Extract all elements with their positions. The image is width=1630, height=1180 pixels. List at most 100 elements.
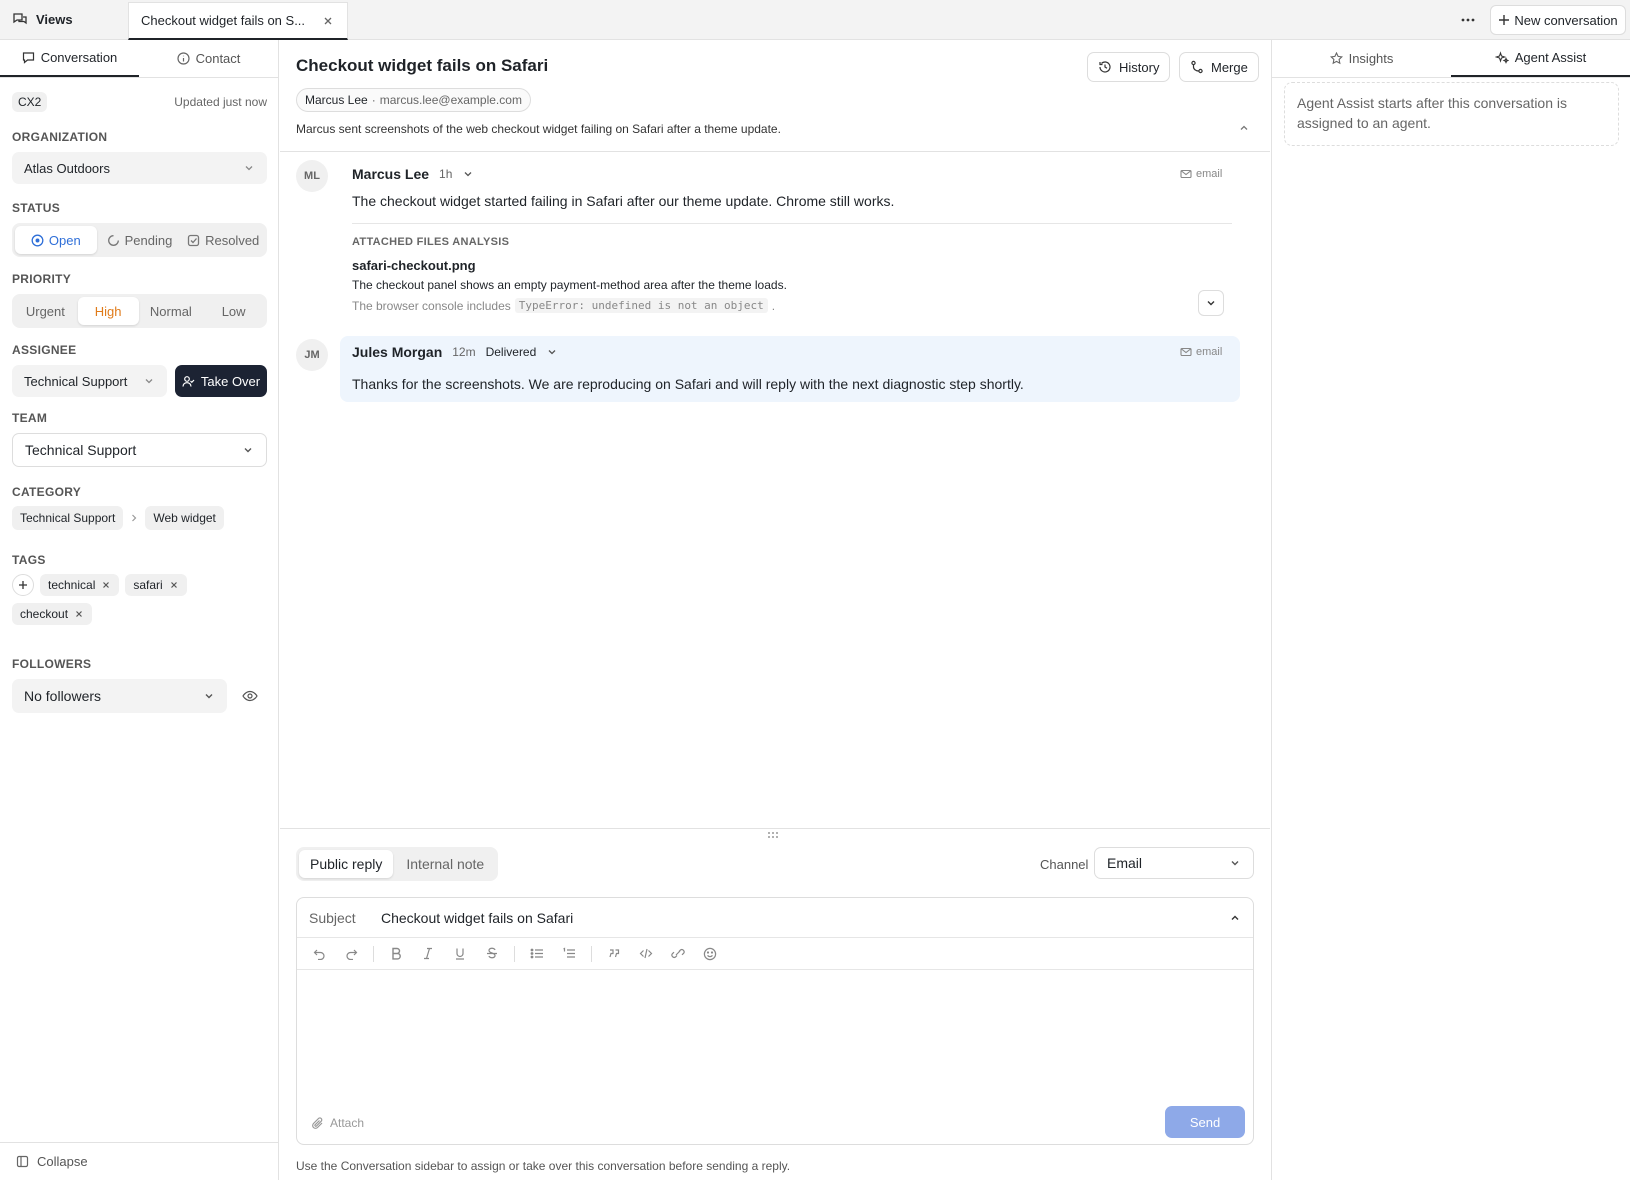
redo-icon[interactable] xyxy=(341,944,361,964)
status-option-label: Open xyxy=(48,232,81,248)
chevron-up-icon[interactable] xyxy=(1229,912,1241,924)
reply-body-input[interactable] xyxy=(297,972,1253,1098)
attachment-filename[interactable]: safari-checkout.png xyxy=(352,258,476,273)
plus-icon xyxy=(18,580,28,590)
tab-agent-assist[interactable]: Agent Assist xyxy=(1451,40,1630,77)
channel-label: Channel xyxy=(1040,857,1089,872)
sidebar-collapse-icon xyxy=(16,1155,29,1168)
status-option-label: Pending xyxy=(124,232,173,248)
take-over-label: Take Over xyxy=(200,373,261,389)
history-button[interactable]: History xyxy=(1087,52,1171,82)
message-author: Jules Morgan xyxy=(352,344,443,360)
message-channel: email xyxy=(1180,346,1222,358)
channel-label: email xyxy=(1196,168,1223,180)
status-resolved-option[interactable]: Resolved xyxy=(182,226,264,254)
contact-email: marcus.lee@example.com xyxy=(379,93,522,107)
tab-public-reply[interactable]: Public reply xyxy=(299,850,394,878)
priority-high-option[interactable]: High xyxy=(77,297,139,325)
tab-contact[interactable]: Contact xyxy=(139,40,278,77)
subcategory-chip[interactable]: Web widget xyxy=(145,506,224,530)
conversation-sidebar: Conversation Contact CX2 Updated just no… xyxy=(0,40,279,1180)
priority-normal-option[interactable]: Normal xyxy=(141,297,202,325)
remove-tag-icon[interactable] xyxy=(101,580,111,590)
team-select[interactable]: Technical Support xyxy=(12,433,267,467)
close-icon[interactable] xyxy=(321,14,335,28)
tab-conversation[interactable]: Checkout widget fails on S... xyxy=(128,2,348,40)
more-options-icon[interactable] xyxy=(1456,8,1480,32)
subject-row: Subject Checkout widget fails on Safari xyxy=(297,898,1253,938)
tag-chip: technical xyxy=(40,574,120,596)
user-check-icon xyxy=(182,375,195,388)
delivery-status: Delivered xyxy=(485,345,537,359)
assignee-select[interactable]: Technical Support xyxy=(12,365,167,397)
italic-icon[interactable] xyxy=(418,944,438,964)
take-over-button[interactable]: Take Over xyxy=(175,365,267,397)
status-open-option[interactable]: Open xyxy=(15,226,97,254)
emoji-icon[interactable] xyxy=(700,944,720,964)
status-pending-option[interactable]: Pending xyxy=(99,226,181,254)
conversation-summary: Marcus sent screenshots of the web check… xyxy=(296,122,781,136)
bold-icon[interactable] xyxy=(386,944,406,964)
priority-low-option[interactable]: Low xyxy=(203,297,264,325)
numbered-list-icon[interactable] xyxy=(559,944,579,964)
priority-option-label: Low xyxy=(221,303,246,319)
views-button[interactable]: Views xyxy=(12,0,73,38)
chevron-down-icon xyxy=(1229,857,1241,869)
channel-value: Email xyxy=(1107,855,1143,871)
collapse-button[interactable]: Collapse xyxy=(0,1142,279,1180)
toolbar-divider xyxy=(591,945,592,962)
tab-label: Conversation xyxy=(40,50,118,65)
conversation-main: Checkout widget fails on Safari History … xyxy=(280,40,1270,1180)
merge-icon xyxy=(1190,60,1204,74)
status-label: STATUS xyxy=(12,201,61,215)
tab-insights[interactable]: Insights xyxy=(1272,40,1451,77)
views-label: Views xyxy=(36,11,73,27)
history-icon xyxy=(1098,60,1112,74)
toolbar-divider xyxy=(373,945,374,962)
reply-editor: Subject Checkout widget fails on Safari xyxy=(296,897,1254,1145)
new-conversation-button[interactable]: New conversation xyxy=(1490,5,1626,35)
remove-tag-icon[interactable] xyxy=(74,609,84,619)
conversation-header: Checkout widget fails on Safari History … xyxy=(280,40,1270,152)
link-icon[interactable] xyxy=(668,944,688,964)
category-label: CATEGORY xyxy=(12,485,82,499)
chevron-down-icon xyxy=(1205,297,1217,309)
contact-name: Marcus Lee xyxy=(305,93,368,107)
tab-internal-note[interactable]: Internal note xyxy=(395,850,495,878)
chevron-up-icon[interactable] xyxy=(1238,122,1250,134)
channel-select[interactable]: Email xyxy=(1094,847,1254,879)
subject-input[interactable]: Checkout widget fails on Safari xyxy=(381,910,1229,926)
contact-chip[interactable]: Marcus Lee · marcus.lee@example.com xyxy=(296,88,531,112)
priority-segmented-control: Urgent High Normal Low xyxy=(12,294,267,328)
drag-handle-icon[interactable] xyxy=(767,831,779,839)
add-tag-button[interactable] xyxy=(12,574,34,596)
team-label: TEAM xyxy=(12,411,48,425)
remove-tag-icon[interactable] xyxy=(169,580,179,590)
insights-panel: Insights Agent Assist Agent Assist start… xyxy=(1271,40,1630,1180)
reply-composer: Public reply Internal note Channel Email… xyxy=(280,828,1270,1180)
message-time: 12m xyxy=(452,345,476,359)
chevron-down-icon xyxy=(242,444,254,456)
chevron-down-icon[interactable] xyxy=(462,168,474,180)
tab-title: Checkout widget fails on S... xyxy=(141,13,306,28)
underline-icon[interactable] xyxy=(450,944,470,964)
organization-select[interactable]: Atlas Outdoors xyxy=(12,152,267,184)
expand-attachment-button[interactable] xyxy=(1198,290,1224,316)
priority-urgent-option[interactable]: Urgent xyxy=(15,297,76,325)
eye-icon[interactable] xyxy=(242,688,258,704)
followers-select[interactable]: No followers xyxy=(12,679,227,713)
undo-icon[interactable] xyxy=(309,944,329,964)
attach-button[interactable]: Attach xyxy=(311,1116,364,1130)
updated-timestamp: Updated just now xyxy=(174,95,267,109)
code-icon[interactable] xyxy=(636,944,656,964)
chevron-down-icon[interactable] xyxy=(546,346,558,358)
strikethrough-icon[interactable] xyxy=(482,944,502,964)
merge-button[interactable]: Merge xyxy=(1179,52,1259,82)
quote-icon[interactable] xyxy=(604,944,624,964)
chevron-right-icon xyxy=(129,513,139,523)
tab-conversation-details[interactable]: Conversation xyxy=(0,40,139,77)
send-button[interactable]: Send xyxy=(1165,1106,1245,1138)
bullet-list-icon[interactable] xyxy=(527,944,547,964)
subject-label: Subject xyxy=(309,909,356,926)
category-chip[interactable]: Technical Support xyxy=(12,506,124,530)
